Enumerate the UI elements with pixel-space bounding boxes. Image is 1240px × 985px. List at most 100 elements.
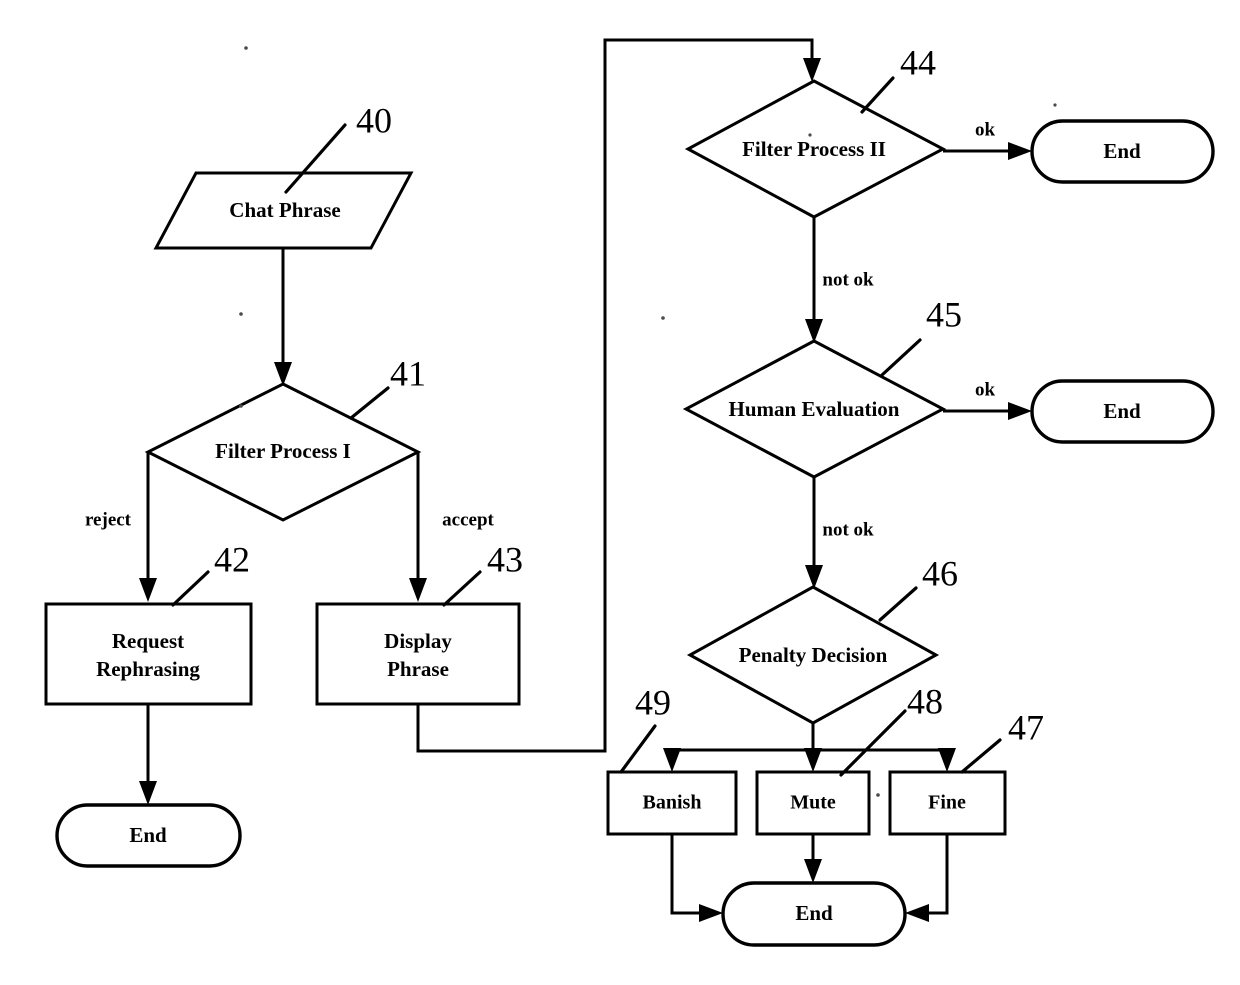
node-banish-label: Banish	[643, 792, 702, 814]
node-penalty-decision-label: Penalty Decision	[739, 643, 888, 667]
edge-filter2-ok: ok	[943, 119, 1032, 160]
rectangle-shape	[44, 602, 253, 706]
edge-fine-to-end	[905, 834, 949, 922]
flowchart-svg: Chat Phrase 40 Filter Process I 41 rejec…	[44, 38, 1215, 947]
edge-label-not-ok-filter2: not ok	[822, 269, 874, 290]
ref-47-leader-line	[960, 738, 1002, 774]
ref-44-leader-line	[860, 76, 895, 114]
edge-penalty-fanout	[663, 723, 956, 772]
node-filter-process-1: Filter Process I	[144, 382, 422, 522]
ref-49-leader-line	[619, 724, 657, 774]
scan-speck	[1053, 103, 1057, 107]
node-end-left: End	[55, 803, 242, 868]
arrow-head-icon	[139, 781, 157, 805]
ref-45-leader-line	[880, 338, 922, 377]
node-end-left-label: End	[129, 823, 167, 847]
node-mute: Mute	[755, 770, 871, 836]
node-filter-process-2: Filter Process II	[684, 79, 947, 219]
ref-number-42: 42	[214, 539, 250, 579]
ref-number-40: 40	[356, 100, 392, 140]
node-display-phrase: Display Phrase	[315, 602, 521, 706]
scan-speck	[239, 312, 243, 316]
scan-speck	[876, 793, 880, 797]
ref-number-43: 43	[487, 539, 523, 579]
node-banish: Banish	[606, 770, 738, 836]
scan-speck	[661, 316, 665, 320]
arrow-head-icon	[1008, 142, 1032, 160]
ref-number-44: 44	[900, 42, 936, 82]
ref-46-group: 46	[878, 553, 958, 622]
edge-label-reject: reject	[85, 509, 132, 530]
edge-rephrasing-to-end	[139, 704, 157, 805]
arrow-head-icon	[699, 904, 723, 922]
edge-line	[919, 834, 949, 915]
arrow-head-icon	[938, 748, 956, 772]
node-end-bottom-label: End	[795, 901, 833, 925]
node-chat-phrase: Chat Phrase	[153, 171, 414, 250]
node-display-phrase-label-line1: Display	[384, 629, 452, 653]
edge-human-not-ok: not ok	[805, 477, 874, 589]
ref-number-45: 45	[926, 294, 962, 334]
edge-label-not-ok-human: not ok	[822, 519, 874, 540]
edge-line	[670, 834, 709, 915]
edge-banish-to-end	[670, 834, 723, 922]
ref-number-48: 48	[907, 681, 943, 721]
node-end-mid-label: End	[1103, 399, 1141, 423]
node-human-evaluation-label: Human Evaluation	[729, 397, 900, 421]
arrow-head-icon	[663, 748, 681, 772]
arrow-head-icon	[905, 904, 929, 922]
node-chat-phrase-label: Chat Phrase	[229, 198, 340, 222]
ref-number-49: 49	[635, 682, 671, 722]
ref-number-46: 46	[922, 553, 958, 593]
ref-41-leader-line	[349, 386, 390, 420]
node-penalty-decision: Penalty Decision	[686, 585, 940, 725]
node-fine: Fine	[888, 770, 1007, 836]
scan-speck	[244, 46, 248, 50]
rectangle-shape	[315, 602, 521, 706]
node-request-rephrasing-label-line2: Rephrasing	[96, 657, 200, 681]
ref-42-group: 42	[171, 539, 250, 607]
edge-accept: accept	[409, 452, 495, 602]
node-display-phrase-label-line2: Phrase	[387, 657, 449, 681]
arrow-head-icon	[804, 748, 822, 772]
scan-speck	[808, 133, 812, 137]
ref-49-group: 49	[619, 682, 671, 774]
node-filter-process-2-label: Filter Process II	[742, 137, 886, 161]
flowchart-container: Chat Phrase 40 Filter Process I 41 rejec…	[0, 0, 1240, 985]
edge-label-ok-filter2: ok	[975, 119, 996, 140]
edge-label-accept: accept	[442, 509, 494, 530]
node-end-top: End	[1030, 119, 1215, 184]
arrow-head-icon	[139, 578, 157, 602]
ref-number-41: 41	[390, 353, 426, 393]
node-end-mid: End	[1030, 379, 1215, 444]
arrow-head-icon	[409, 578, 427, 602]
edge-chat-to-filter1	[274, 248, 292, 386]
edge-mute-to-end	[804, 834, 822, 883]
edge-human-ok: ok	[943, 379, 1032, 420]
ref-45-group: 45	[880, 294, 962, 377]
scan-speck	[239, 404, 243, 408]
ref-number-47: 47	[1008, 707, 1044, 747]
node-mute-label: Mute	[790, 792, 836, 814]
ref-43-group: 43	[442, 539, 523, 607]
ref-43-leader-line	[442, 570, 482, 607]
node-end-top-label: End	[1103, 139, 1141, 163]
ref-48-leader-line	[839, 709, 907, 777]
node-request-rephrasing: Request Rephrasing	[44, 602, 253, 706]
ref-41-group: 41	[349, 353, 426, 420]
edge-label-ok-human: ok	[975, 379, 996, 400]
ref-42-leader-line	[171, 570, 210, 607]
arrow-head-icon	[805, 565, 823, 589]
node-filter-process-1-label: Filter Process I	[215, 439, 351, 463]
node-fine-label: Fine	[928, 792, 966, 814]
node-end-bottom: End	[721, 881, 907, 947]
ref-46-leader-line	[878, 586, 918, 622]
edge-filter2-not-ok: not ok	[805, 217, 874, 343]
ref-47-group: 47	[960, 707, 1044, 774]
arrow-head-icon	[803, 58, 821, 82]
arrow-head-icon	[804, 859, 822, 883]
arrow-head-icon	[1008, 402, 1032, 420]
node-request-rephrasing-label-line1: Request	[112, 629, 184, 653]
node-human-evaluation: Human Evaluation	[682, 339, 947, 479]
ref-44-group: 44	[860, 42, 936, 114]
